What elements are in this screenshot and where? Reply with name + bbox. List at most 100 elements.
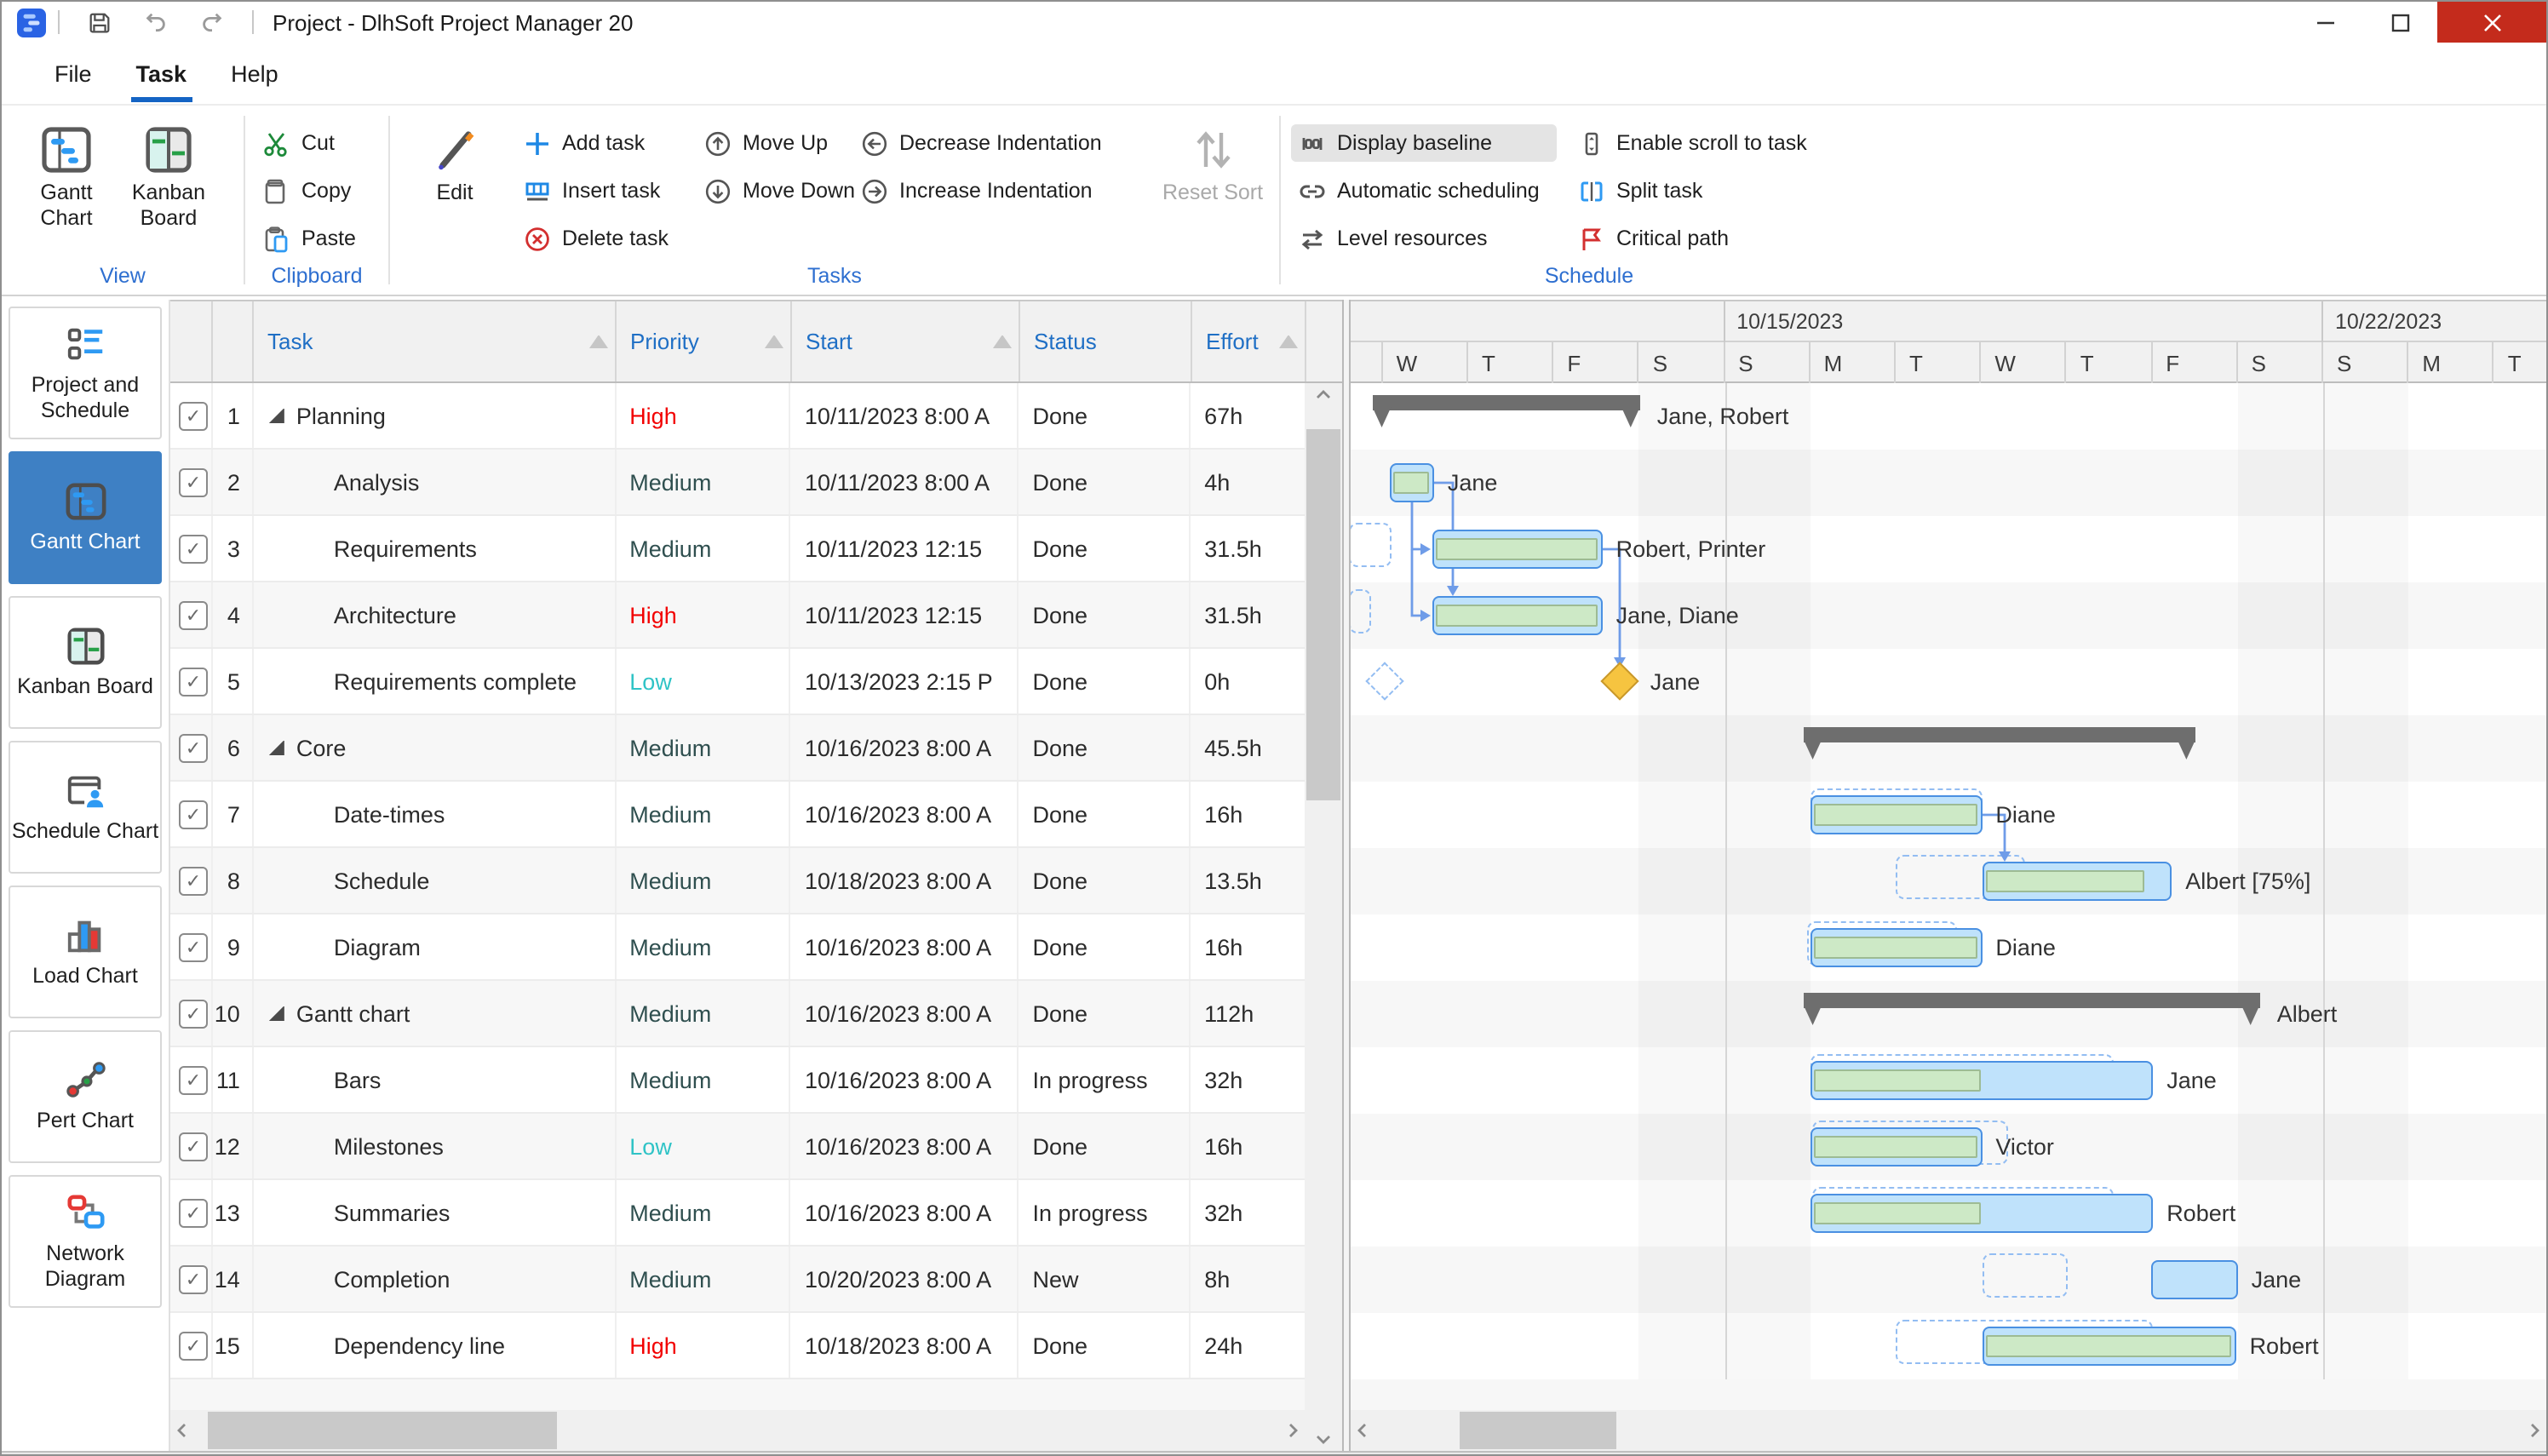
automatic-scheduling-button[interactable]: Automatic scheduling	[1298, 172, 1557, 209]
table-row[interactable]: ✓2AnalysisMedium10/11/2023 8:00 ADone4h	[170, 450, 1305, 516]
task-bar[interactable]	[1982, 862, 2172, 901]
status-cell[interactable]: Done	[1019, 1114, 1191, 1178]
cut-button[interactable]: Cut	[262, 124, 356, 162]
start-cell[interactable]: 10/11/2023 12:15	[791, 582, 1019, 647]
status-cell[interactable]: Done	[1019, 981, 1191, 1046]
task-name-cell[interactable]: Summaries	[254, 1180, 616, 1245]
effort-cell[interactable]: 32h	[1191, 1180, 1305, 1245]
sidebar-item-load-chart[interactable]: Load Chart	[9, 886, 162, 1018]
effort-cell[interactable]: 13.5h	[1191, 848, 1305, 913]
row-checkbox[interactable]: ✓	[179, 600, 208, 629]
effort-cell[interactable]: 8h	[1191, 1247, 1305, 1311]
scroll-right-arrow[interactable]	[1284, 1410, 1301, 1451]
status-cell[interactable]: New	[1019, 1247, 1191, 1311]
summary-bar[interactable]	[1804, 727, 2196, 742]
task-bar[interactable]	[1432, 530, 1603, 569]
row-checkbox[interactable]: ✓	[179, 999, 208, 1028]
collapse-expander-icon[interactable]	[269, 1006, 284, 1021]
row-checkbox[interactable]: ✓	[179, 667, 208, 696]
start-cell[interactable]: 10/16/2023 8:00 A	[791, 1180, 1019, 1245]
table-row[interactable]: ✓11BarsMedium10/16/2023 8:00 AIn progres…	[170, 1047, 1305, 1114]
column-header-task[interactable]: Task	[254, 301, 617, 381]
collapse-expander-icon[interactable]	[269, 740, 284, 755]
summary-bar[interactable]	[1804, 993, 2260, 1008]
table-row[interactable]: ✓14CompletionMedium10/20/2023 8:00 ANew8…	[170, 1247, 1305, 1313]
start-cell[interactable]: 10/11/2023 8:00 A	[791, 383, 1019, 448]
status-cell[interactable]: In progress	[1019, 1180, 1191, 1245]
effort-cell[interactable]: 112h	[1191, 981, 1305, 1046]
status-cell[interactable]: Done	[1019, 848, 1191, 913]
scrollbar-thumb[interactable]	[1460, 1412, 1616, 1449]
start-cell[interactable]: 10/18/2023 8:00 A	[791, 848, 1019, 913]
task-name-cell[interactable]: Bars	[254, 1047, 616, 1112]
row-checkbox[interactable]: ✓	[179, 866, 208, 895]
priority-cell[interactable]: Medium	[616, 1180, 791, 1245]
priority-cell[interactable]: Medium	[616, 914, 791, 979]
scrollbar-thumb[interactable]	[208, 1412, 557, 1449]
decrease-indentation-button[interactable]: Decrease Indentation	[860, 124, 1133, 162]
effort-cell[interactable]: 16h	[1191, 1114, 1305, 1178]
sidebar-item-gantt-chart[interactable]: Gantt Chart	[9, 451, 162, 584]
task-name-cell[interactable]: Planning	[254, 383, 616, 448]
status-cell[interactable]: Done	[1019, 1313, 1191, 1378]
column-header-priority[interactable]: Priority	[617, 301, 792, 381]
status-cell[interactable]: Done	[1019, 383, 1191, 448]
split-task-button[interactable]: Split task	[1577, 172, 1884, 209]
priority-cell[interactable]: Medium	[616, 516, 791, 581]
critical-path-button[interactable]: Critical path	[1577, 220, 1884, 257]
task-name-cell[interactable]: Requirements complete	[254, 649, 616, 714]
effort-cell[interactable]: 32h	[1191, 1047, 1305, 1112]
start-cell[interactable]: 10/16/2023 8:00 A	[791, 782, 1019, 846]
effort-cell[interactable]: 31.5h	[1191, 516, 1305, 581]
row-checkbox[interactable]: ✓	[179, 800, 208, 828]
status-cell[interactable]: Done	[1019, 649, 1191, 714]
grid-horizontal-scrollbar[interactable]	[170, 1410, 1305, 1451]
row-checkbox[interactable]: ✓	[179, 1132, 208, 1161]
row-checkbox[interactable]: ✓	[179, 534, 208, 563]
column-header-start[interactable]: Start	[792, 301, 1020, 381]
table-row[interactable]: ✓1PlanningHigh10/11/2023 8:00 ADone67h	[170, 383, 1305, 450]
start-cell[interactable]: 10/18/2023 8:00 A	[791, 1313, 1019, 1378]
status-cell[interactable]: Done	[1019, 582, 1191, 647]
start-cell[interactable]: 10/11/2023 8:00 A	[791, 450, 1019, 514]
scroll-down-arrow[interactable]	[1305, 1430, 1342, 1447]
task-bar[interactable]	[1811, 1127, 1983, 1167]
move-down-button[interactable]: Move Down	[703, 172, 860, 209]
start-cell[interactable]: 10/16/2023 8:00 A	[791, 715, 1019, 780]
table-row[interactable]: ✓13SummariesMedium10/16/2023 8:00 AIn pr…	[170, 1180, 1305, 1247]
table-row[interactable]: ✓10Gantt chartMedium10/16/2023 8:00 ADon…	[170, 981, 1305, 1047]
status-cell[interactable]: Done	[1019, 715, 1191, 780]
table-row[interactable]: ✓8ScheduleMedium10/18/2023 8:00 ADone13.…	[170, 848, 1305, 914]
task-name-cell[interactable]: Requirements	[254, 516, 616, 581]
table-row[interactable]: ✓12MilestonesLow10/16/2023 8:00 ADone16h	[170, 1114, 1305, 1180]
effort-cell[interactable]: 45.5h	[1191, 715, 1305, 780]
task-bar[interactable]	[2151, 1260, 2237, 1299]
status-cell[interactable]: Done	[1019, 450, 1191, 514]
grid-chart-splitter[interactable]	[1342, 300, 1351, 1451]
start-cell[interactable]: 10/16/2023 8:00 A	[791, 914, 1019, 979]
effort-cell[interactable]: 0h	[1191, 649, 1305, 714]
priority-cell[interactable]: Low	[616, 649, 791, 714]
edit-task-button[interactable]: Edit	[407, 118, 502, 206]
reset-sort-button[interactable]: Reset Sort	[1156, 118, 1269, 206]
tab-file[interactable]: File	[32, 43, 114, 104]
start-cell[interactable]: 10/16/2023 8:00 A	[791, 1114, 1019, 1178]
add-task-button[interactable]: Add task	[523, 124, 703, 162]
status-cell[interactable]: Done	[1019, 782, 1191, 846]
table-row[interactable]: ✓3RequirementsMedium10/11/2023 12:15Done…	[170, 516, 1305, 582]
task-name-cell[interactable]: Schedule	[254, 848, 616, 913]
summary-bar[interactable]	[1373, 395, 1640, 410]
table-row[interactable]: ✓6CoreMedium10/16/2023 8:00 ADone45.5h	[170, 715, 1305, 782]
priority-cell[interactable]: Medium	[616, 1047, 791, 1112]
priority-cell[interactable]: Medium	[616, 450, 791, 514]
enable-scroll-to-task-button[interactable]: Enable scroll to task	[1577, 124, 1884, 162]
priority-cell[interactable]: High	[616, 582, 791, 647]
chart-horizontal-scrollbar[interactable]	[1351, 1410, 2546, 1451]
row-checkbox[interactable]: ✓	[179, 932, 208, 961]
task-bar[interactable]	[1982, 1327, 2235, 1366]
task-name-cell[interactable]: Completion	[254, 1247, 616, 1311]
table-row[interactable]: ✓4ArchitectureHigh10/11/2023 12:15Done31…	[170, 582, 1305, 649]
task-name-cell[interactable]: Architecture	[254, 582, 616, 647]
column-header-status[interactable]: Status	[1020, 301, 1192, 381]
scroll-right-arrow[interactable]	[2526, 1410, 2543, 1451]
